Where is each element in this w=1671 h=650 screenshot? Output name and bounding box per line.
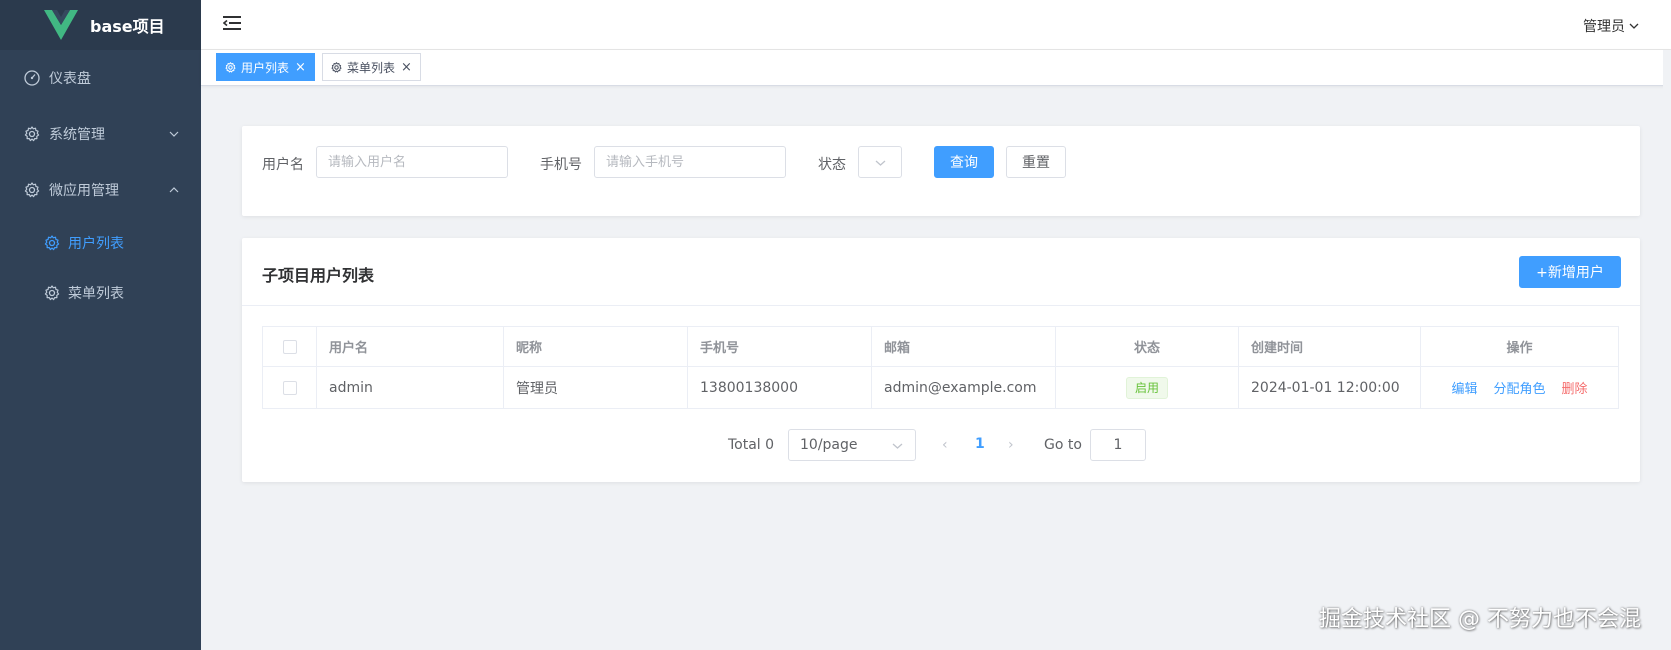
assign-role-link[interactable]: 分配角色 [1493,378,1545,397]
chevron-up-icon [169,187,179,193]
status-label: 状态 [818,157,846,173]
cell-actions: 编辑 分配角色 删除 [1421,367,1618,408]
user-table: 用户名 昵称 手机号 邮箱 状态 创建时间 操作 admin 管理员 13800… [262,326,1619,409]
tag-label: 菜单列表 [347,60,396,75]
vue-logo-icon [44,10,78,40]
sidebar-item-label: 微应用管理 [49,183,119,199]
goto-label: Go to [1044,437,1082,453]
column-header[interactable]: 操作 [1421,327,1618,366]
logo[interactable]: base项目 [0,0,201,50]
sidebar: base项目 仪表盘 系统管理 微应用管理 用户列表 菜单列表 [0,0,201,650]
scrollbar[interactable] [1663,50,1671,650]
tag-user-list[interactable]: 用户列表 × [216,53,315,81]
sidebar-item-system[interactable]: 系统管理 [0,106,201,162]
divider [242,305,1640,306]
cell-created-at: 2024-01-01 12:00:00 [1239,367,1421,408]
sidebar-item-user-list[interactable]: 用户列表 [0,218,201,268]
status-badge: 启用 [1125,376,1168,399]
prev-page-icon[interactable]: ‹ [942,437,948,453]
select-all-cell [263,327,317,366]
gear-icon [331,61,342,73]
phone-label: 手机号 [540,157,582,173]
cell-username: admin [317,367,504,408]
tag-menu-list[interactable]: 菜单列表 × [322,53,421,81]
sidebar-item-dashboard[interactable]: 仪表盘 [0,50,201,106]
column-header[interactable]: 创建时间 [1239,327,1421,366]
sidebar-item-micro-app[interactable]: 微应用管理 [0,162,201,218]
top-header: 管理员 [201,0,1671,50]
phone-input[interactable] [594,146,786,178]
username-label: 用户名 [262,157,304,173]
search-form-card: 用户名 手机号 状态 查询 重置 [242,126,1640,216]
cell-email: admin@example.com [872,367,1056,408]
tags-view: 用户列表 × 菜单列表 × [201,50,1671,86]
status-select[interactable] [858,146,902,178]
chevron-down-icon [169,131,179,137]
chevron-down-icon [875,160,886,166]
page-number-current[interactable]: 1 [975,436,985,452]
sidebar-item-label: 系统管理 [49,127,105,143]
page-size-select[interactable]: 10/page [788,429,916,461]
list-title: 子项目用户列表 [262,266,375,285]
add-user-button[interactable]: +新增用户 [1519,256,1621,288]
page-size-value: 10/page [800,437,858,453]
table-row[interactable]: admin 管理员 13800138000 admin@example.com … [263,367,1618,408]
close-icon[interactable]: × [295,61,306,74]
sidebar-item-label: 菜单列表 [68,286,124,302]
gear-icon [44,235,60,251]
cell-phone: 13800138000 [688,367,872,408]
cell-status: 启用 [1056,367,1239,408]
user-name: 管理员 [1583,19,1625,35]
query-button[interactable]: 查询 [934,146,994,178]
dashboard-icon [24,70,40,86]
reset-button[interactable]: 重置 [1006,146,1066,178]
next-page-icon[interactable]: › [1008,437,1014,453]
gear-icon [24,182,40,198]
gear-icon [24,126,40,142]
row-select-cell [263,367,317,408]
column-header[interactable]: 昵称 [504,327,688,366]
delete-link[interactable]: 删除 [1562,378,1588,397]
hamburger-icon[interactable] [223,15,241,31]
column-header[interactable]: 状态 [1056,327,1239,366]
column-header[interactable]: 手机号 [688,327,872,366]
column-header[interactable]: 邮箱 [872,327,1056,366]
tag-label: 用户列表 [241,60,290,75]
user-list-card: 子项目用户列表 +新增用户 用户名 昵称 手机号 邮箱 状态 创建时间 操作 a… [242,238,1640,482]
pagination-total: Total 0 [728,437,775,453]
sidebar-item-menu-list[interactable]: 菜单列表 [0,268,201,318]
sidebar-item-label: 仪表盘 [49,71,91,87]
select-all-checkbox[interactable] [282,339,297,354]
gear-icon [44,285,60,301]
username-input[interactable] [316,146,508,178]
close-icon[interactable]: × [401,61,412,74]
row-checkbox[interactable] [282,380,297,395]
sidebar-item-label: 用户列表 [68,236,124,252]
column-header[interactable]: 用户名 [317,327,504,366]
chevron-down-icon [1629,23,1639,29]
table-header-row: 用户名 昵称 手机号 邮箱 状态 创建时间 操作 [263,327,1618,367]
gear-icon [225,61,236,73]
logo-text: base项目 [90,17,165,36]
goto-page-input[interactable] [1090,429,1146,461]
edit-link[interactable]: 编辑 [1451,378,1477,397]
watermark: 掘金技术社区 @ 不努力也不会混 [1319,607,1641,632]
user-dropdown[interactable]: 管理员 [1583,16,1639,36]
chevron-down-icon [892,443,903,449]
cell-nickname: 管理员 [504,367,688,408]
